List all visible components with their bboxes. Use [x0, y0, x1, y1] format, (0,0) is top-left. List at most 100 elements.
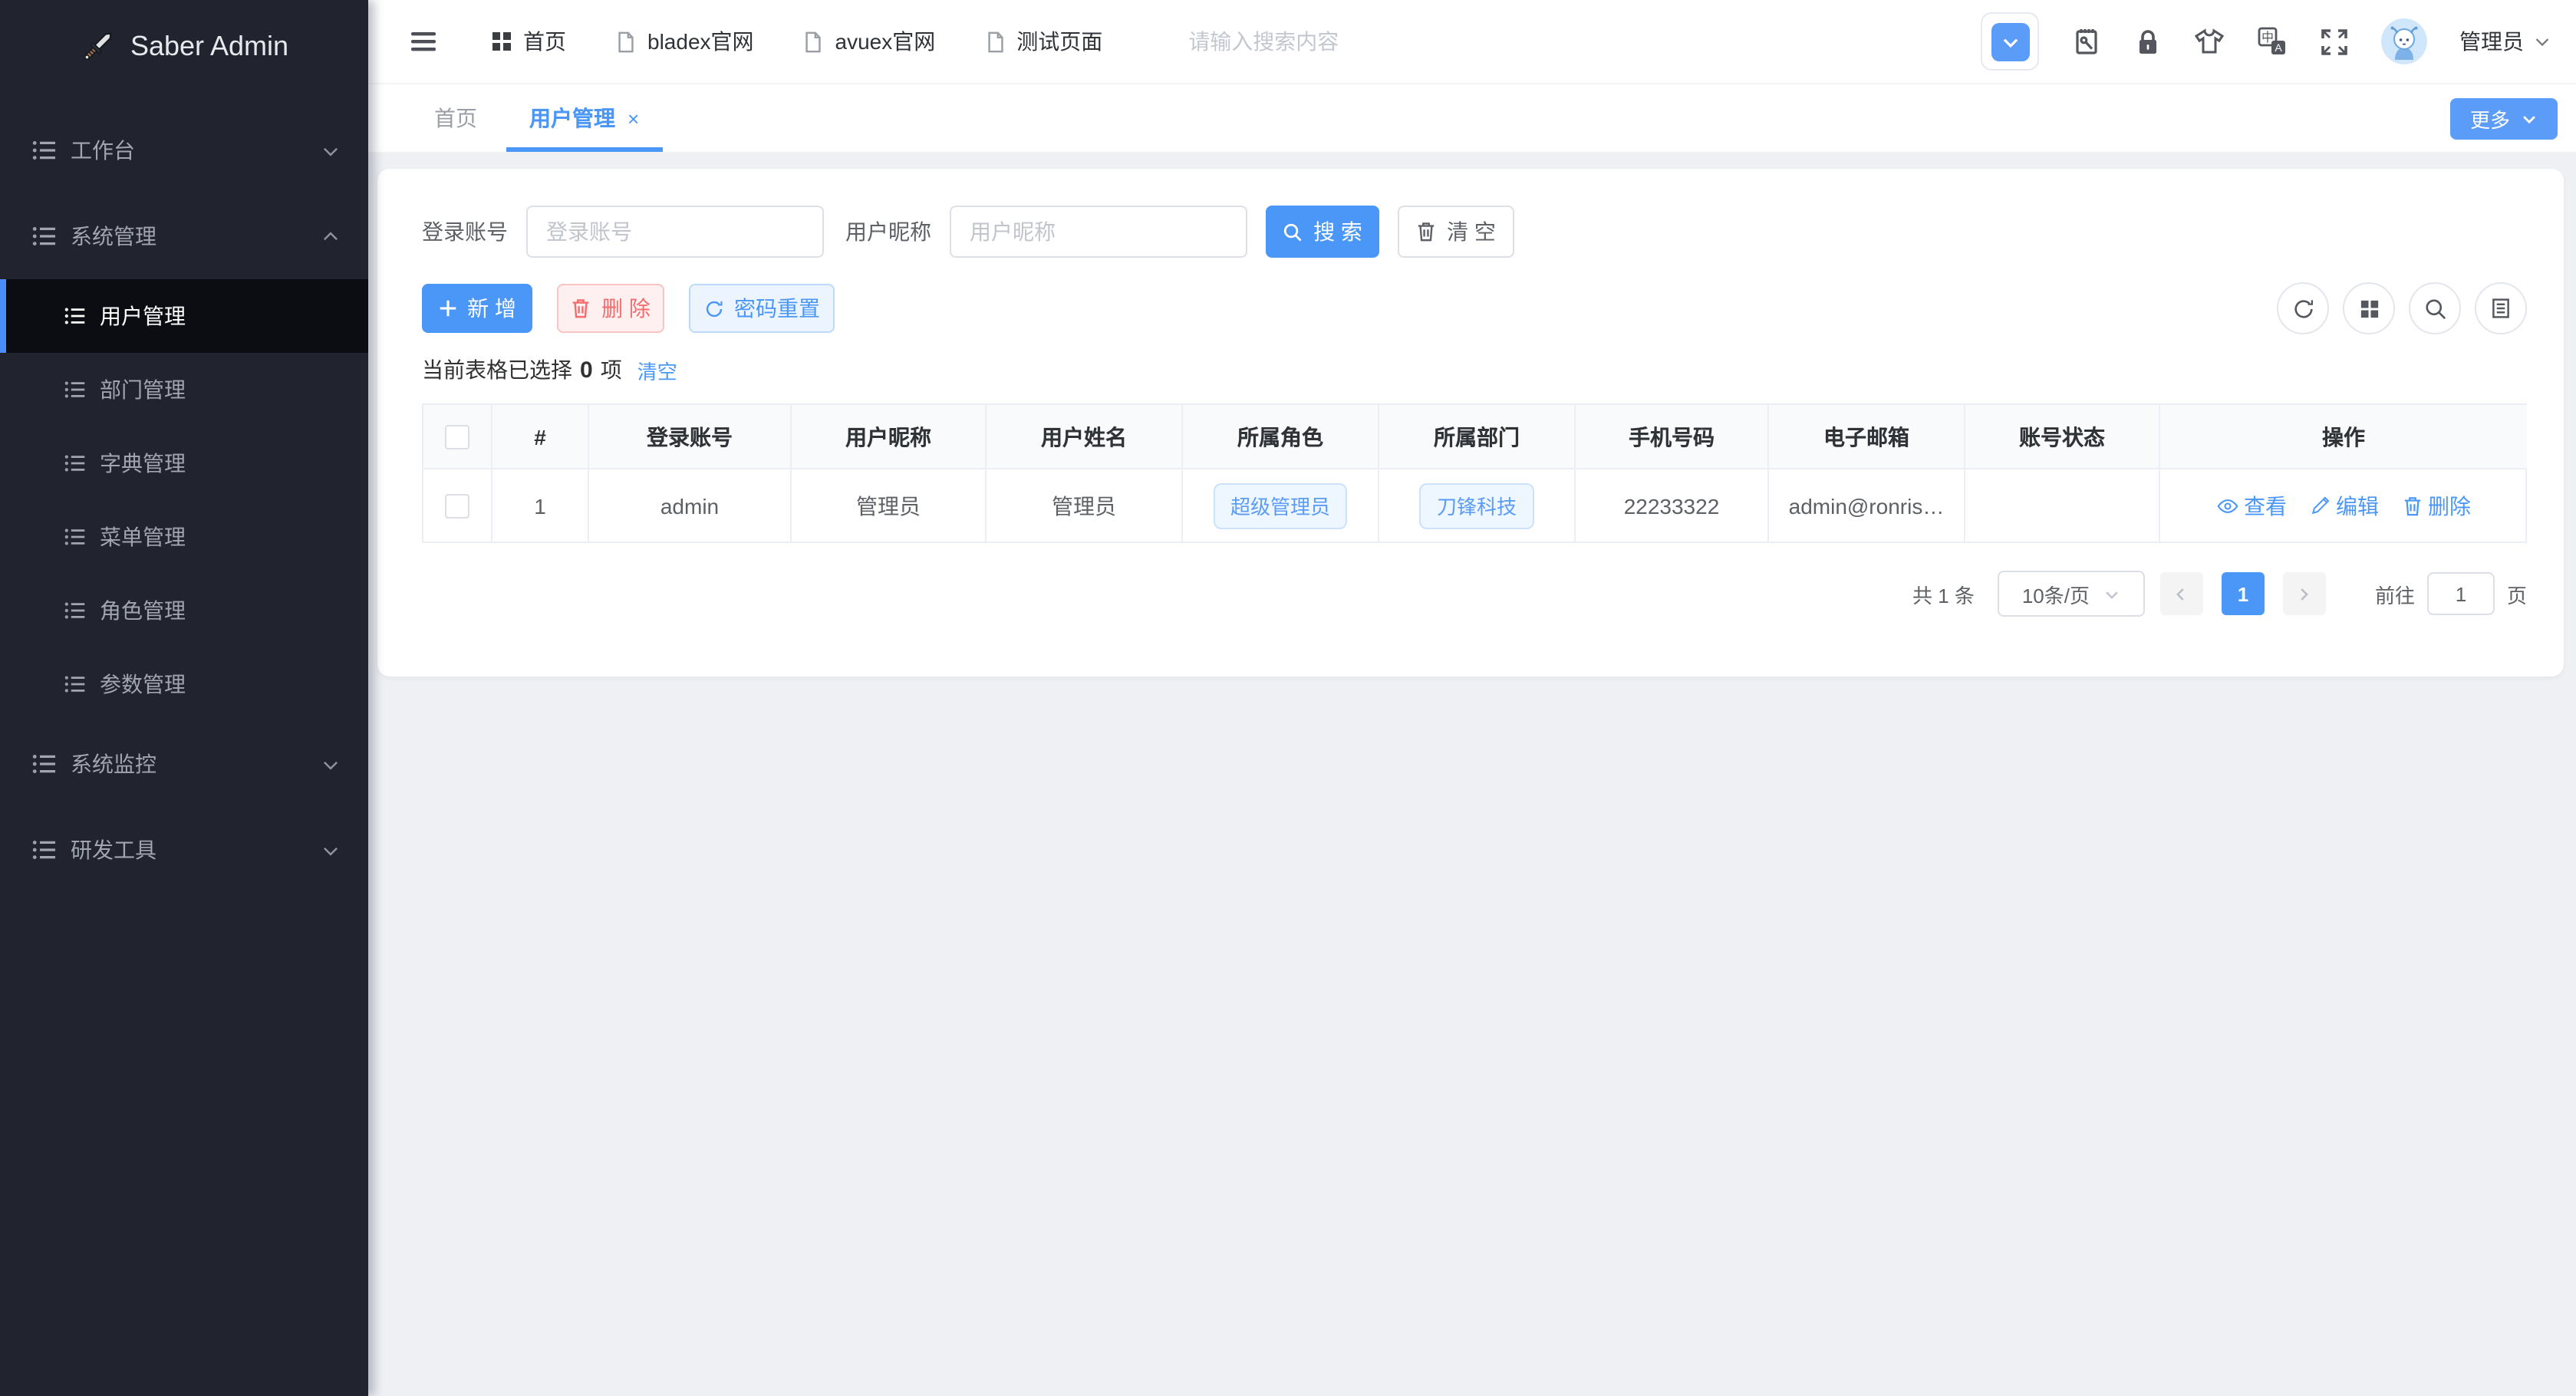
row-checkbox[interactable]: [445, 493, 469, 518]
sidebar-item-label: 角色管理: [100, 598, 186, 623]
pagination-total: 共 1 条: [1912, 584, 1975, 607]
delete-button[interactable]: 删 除: [557, 284, 664, 333]
account-label: 登录账号: [422, 219, 508, 244]
column-settings-button[interactable]: [2475, 282, 2527, 334]
collapse-menu-icon[interactable]: [408, 26, 439, 57]
clear-button[interactable]: 清 空: [1398, 206, 1514, 258]
plus-icon: [438, 299, 456, 318]
header-role: 所属角色: [1183, 405, 1379, 469]
more-label: 更多: [2469, 108, 2510, 131]
sidebar-item-label: 字典管理: [100, 451, 186, 476]
edit-link[interactable]: 编辑: [2310, 490, 2379, 521]
sidebar-item-dict-mgmt[interactable]: 字典管理: [0, 426, 368, 500]
document-icon: [803, 30, 825, 53]
chevron-down-icon: [321, 140, 341, 160]
list-icon: [64, 673, 86, 695]
page-content: 登录账号 用户昵称 搜 索: [368, 153, 2576, 1396]
chevron-up-icon: [321, 226, 341, 246]
column-grid-button[interactable]: [2343, 282, 2395, 334]
topnav-item-home[interactable]: 首页: [491, 26, 566, 57]
app-title: Saber Admin: [130, 30, 289, 61]
tab-label: 首页: [434, 106, 477, 130]
sidebar-item-dept-mgmt[interactable]: 部门管理: [0, 353, 368, 426]
sidebar-item-label: 用户管理: [100, 304, 186, 328]
refresh-button[interactable]: [2277, 282, 2329, 334]
sidebar: Saber Admin 工作台 系统管理 用户管理 部门管理 字典管理 菜单管理…: [0, 0, 368, 1396]
user-avatar[interactable]: [2381, 18, 2427, 64]
svg-text:A: A: [2275, 41, 2282, 54]
sidebar-item-label: 系统管理: [71, 224, 156, 249]
search-toggle-button[interactable]: [2409, 282, 2461, 334]
reset-password-button[interactable]: 密码重置: [689, 284, 835, 333]
goto-page-input[interactable]: [2426, 572, 2495, 615]
topnav-label: bladex官网: [647, 29, 754, 54]
add-button[interactable]: 新 增: [422, 284, 532, 333]
cell-account: admin: [589, 469, 792, 543]
document-icon: [984, 30, 1006, 53]
search-button[interactable]: 搜 索: [1266, 206, 1379, 258]
selection-clear-link[interactable]: 清空: [637, 355, 677, 384]
sidebar-item-system-mgmt[interactable]: 系统管理: [0, 193, 368, 279]
nickname-input[interactable]: [950, 206, 1247, 258]
list-icon: [32, 838, 57, 862]
trash-icon: [571, 298, 591, 319]
topbar: 首页 bladex官网 avuex官网 测试页面 请输入搜索内容 中 A 管理员: [368, 0, 2576, 84]
sidebar-item-dev-tools[interactable]: 研发工具: [0, 807, 368, 893]
list-icon: [64, 453, 86, 474]
sidebar-item-param-mgmt[interactable]: 参数管理: [0, 647, 368, 721]
fullscreen-icon[interactable]: [2320, 27, 2349, 56]
dropdown-toggle-button[interactable]: [1981, 12, 2039, 71]
role-tag: 超级管理员: [1213, 482, 1347, 528]
topnav-label: avuex官网: [835, 29, 936, 54]
workbench-icon[interactable]: [2071, 26, 2102, 57]
sidebar-item-menu-mgmt[interactable]: 菜单管理: [0, 500, 368, 574]
tab-label: 用户管理: [529, 106, 615, 130]
user-name-label: 管理员: [2459, 29, 2524, 54]
sidebar-menu: 工作台 系统管理 用户管理 部门管理 字典管理 菜单管理 角色管理 参数管理 系…: [0, 107, 368, 893]
prev-page-button[interactable]: [2159, 572, 2203, 615]
tabbar: 首页 用户管理 × 更多: [368, 84, 2576, 153]
table-toolbar: 新 增 删 除 密码重置: [422, 282, 2527, 334]
cell-name: 管理员: [987, 469, 1183, 543]
sidebar-item-system-monitor[interactable]: 系统监控: [0, 721, 368, 807]
select-all-checkbox[interactable]: [445, 424, 469, 449]
cell-status: [1965, 469, 2160, 543]
sidebar-item-role-mgmt[interactable]: 角色管理: [0, 574, 368, 647]
goto-label: 前往: [2374, 584, 2415, 607]
account-input[interactable]: [526, 206, 824, 258]
cell-ops: 查看 编辑 删除: [2160, 469, 2527, 543]
selection-prefix: 当前表格已选择: [422, 357, 572, 382]
user-table: # 登录账号 用户昵称 用户姓名 所属角色 所属部门 手机号码 电子邮箱 账号状…: [422, 403, 2527, 543]
chevron-down-icon: [2103, 585, 2120, 602]
theme-tshirt-icon[interactable]: [2194, 28, 2225, 55]
language-icon[interactable]: 中 A: [2257, 26, 2288, 57]
topnav-item-test-page[interactable]: 测试页面: [984, 26, 1102, 57]
tab-home[interactable]: 首页: [408, 84, 503, 152]
lock-icon[interactable]: [2134, 27, 2162, 56]
sidebar-item-label: 部门管理: [100, 377, 186, 402]
user-menu[interactable]: 管理员: [2459, 26, 2551, 57]
delete-link[interactable]: 删除: [2402, 490, 2471, 521]
close-icon[interactable]: ×: [628, 107, 639, 130]
topnav-item-avuex[interactable]: avuex官网: [803, 26, 936, 57]
view-link[interactable]: 查看: [2216, 490, 2287, 521]
search-icon: [1283, 222, 1303, 242]
header-checkbox-cell: [423, 405, 492, 469]
main-area: 首页 bladex官网 avuex官网 测试页面 请输入搜索内容 中 A 管理员…: [368, 0, 2576, 1396]
app-logo[interactable]: Saber Admin: [0, 0, 368, 92]
chevron-down-icon: [321, 840, 341, 860]
tab-user-mgmt[interactable]: 用户管理 ×: [503, 84, 665, 152]
chevron-down-icon: [321, 754, 341, 774]
page-number-1[interactable]: 1: [2221, 572, 2265, 615]
global-search-input[interactable]: [1185, 28, 1652, 55]
tabs-more-button[interactable]: 更多: [2449, 97, 2558, 139]
topnav-item-bladex[interactable]: bladex官网: [615, 26, 754, 57]
selection-suffix: 项: [600, 357, 622, 382]
header-nickname: 用户昵称: [792, 405, 987, 469]
next-page-button[interactable]: [2282, 572, 2326, 615]
sidebar-item-label: 系统监控: [71, 752, 156, 776]
sidebar-item-user-mgmt[interactable]: 用户管理: [0, 279, 368, 353]
edit-pencil-icon: [2310, 496, 2330, 515]
sidebar-item-workbench[interactable]: 工作台: [0, 107, 368, 193]
page-size-select[interactable]: 10条/页: [1997, 571, 2145, 617]
